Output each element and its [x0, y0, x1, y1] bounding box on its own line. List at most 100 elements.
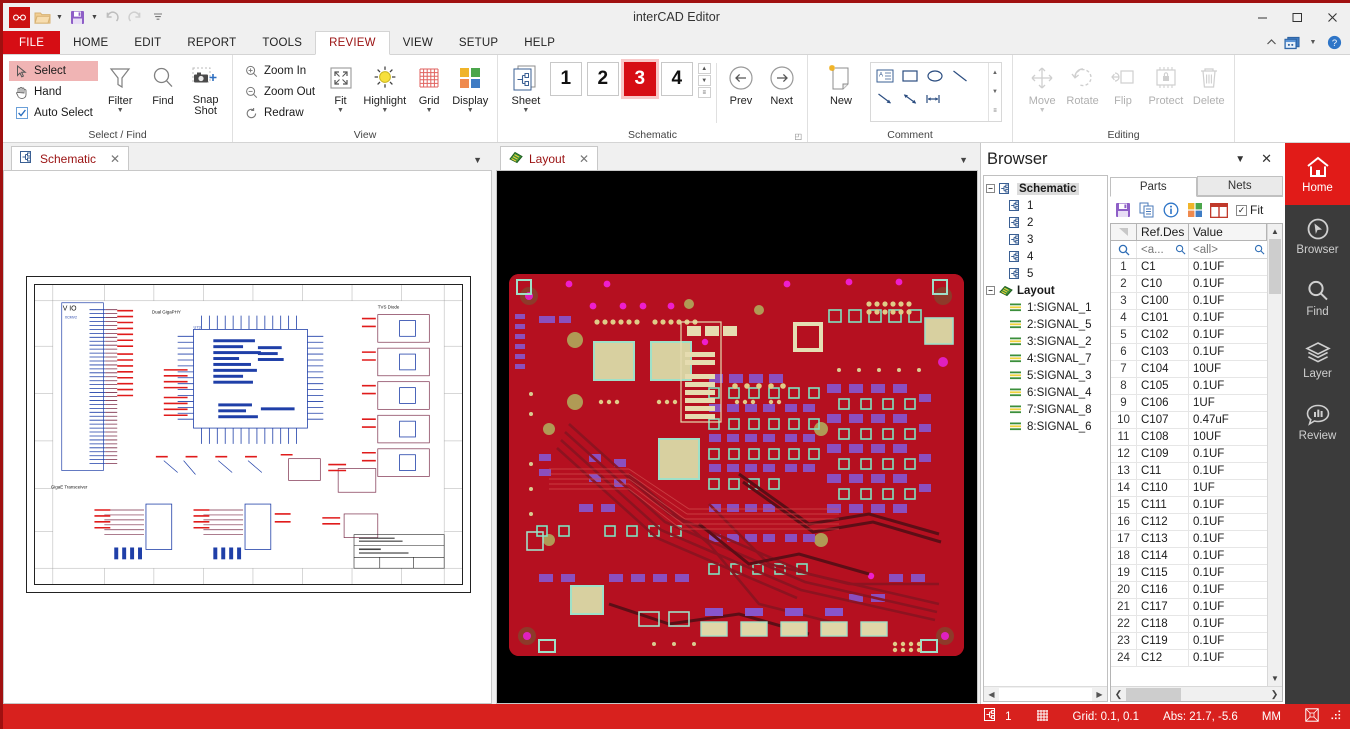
scroll-up-icon[interactable]: ▲ [1268, 224, 1282, 239]
ribbon-tab-setup[interactable]: SETUP [446, 31, 511, 54]
comment-gallery-more[interactable]: ≡ [989, 102, 1001, 121]
fit-button[interactable]: Fit ▼ [322, 59, 359, 114]
scroll-thumb[interactable] [1269, 239, 1281, 294]
highlight-caret[interactable]: ▼ [381, 107, 388, 114]
tree-node-signal-2[interactable]: 2:SIGNAL_5 [986, 316, 1107, 333]
tree-node-signal-7[interactable]: 7:SIGNAL_8 [986, 401, 1107, 418]
table-row[interactable]: 2 C10 0.1UF [1111, 276, 1267, 293]
maximize-button[interactable] [1280, 3, 1315, 31]
status-units[interactable]: MM [1250, 704, 1293, 729]
ribbon-tab-edit[interactable]: EDIT [121, 31, 174, 54]
auto-select-checkbox[interactable]: Auto Select [9, 103, 98, 123]
display-button[interactable]: Display ▼ [449, 59, 491, 114]
table-row[interactable]: 17 C113 0.1UF [1111, 531, 1267, 548]
sheet-spin-up[interactable]: ▲ [697, 63, 711, 74]
table-row[interactable]: 19 C115 0.1UF [1111, 565, 1267, 582]
sheet-number-4[interactable]: 4 [660, 62, 693, 96]
ribbon-tab-report[interactable]: REPORT [174, 31, 249, 54]
arrow-icon[interactable] [874, 89, 896, 109]
sheet-number-3[interactable]: 3 [620, 59, 659, 99]
filter-value[interactable]: <all> [1189, 241, 1267, 258]
fit-caret[interactable]: ▼ [337, 107, 344, 114]
table-row[interactable]: 1 C1 0.1UF [1111, 259, 1267, 276]
filter-button[interactable]: Filter ▼ [100, 59, 141, 114]
ribbon-tab-review[interactable]: REVIEW [315, 31, 390, 55]
table-row[interactable]: 21 C117 0.1UF [1111, 599, 1267, 616]
resize-grip-icon[interactable] [1331, 710, 1350, 724]
grid-button[interactable]: Grid ▼ [411, 59, 448, 114]
rectangle-icon[interactable] [899, 66, 921, 86]
delete-button[interactable]: Delete [1190, 59, 1228, 107]
ellipse-icon[interactable] [924, 66, 946, 86]
status-fit-screen[interactable] [1293, 704, 1331, 729]
app-logo[interactable] [8, 6, 30, 28]
pcb-board[interactable] [509, 274, 964, 656]
save-icon[interactable] [66, 6, 88, 28]
tree-node-sheet-5[interactable]: 5 [986, 265, 1107, 282]
sheet-spin-end[interactable]: ≡ [697, 87, 711, 98]
scroll-left-icon[interactable]: ◀ [985, 687, 998, 701]
browser-close-icon[interactable]: ✕ [1256, 151, 1277, 167]
table-row[interactable]: 12 C109 0.1UF [1111, 446, 1267, 463]
tree-node-sheet-2[interactable]: 2 [986, 214, 1107, 231]
open-icon[interactable] [31, 6, 53, 28]
tree-node-layout[interactable]: − Layout [986, 282, 1107, 299]
sheet-caret[interactable]: ▼ [522, 107, 529, 114]
comment-gallery-up[interactable]: ▲ [989, 63, 1001, 82]
protect-button[interactable]: Protect [1144, 59, 1187, 107]
snap-shot-button[interactable]: Snap Shot [185, 59, 226, 117]
window-mode-icon[interactable] [1284, 35, 1300, 51]
save-dropdown-caret[interactable]: ▼ [89, 6, 100, 28]
tree-node-sheet-3[interactable]: 3 [986, 231, 1107, 248]
scroll-track[interactable] [1268, 294, 1282, 671]
table-row[interactable]: 4 C101 0.1UF [1111, 310, 1267, 327]
close-icon[interactable]: ✕ [579, 152, 589, 166]
tree-node-sheet-4[interactable]: 4 [986, 248, 1107, 265]
schematic-canvas[interactable]: x V IO Dual GigaPHY TVS Diode GigaE Tran… [3, 170, 492, 704]
nav-item-review[interactable]: Review [1285, 391, 1350, 453]
customize-icon[interactable] [147, 6, 169, 28]
table-row[interactable]: 13 C11 0.1UF [1111, 463, 1267, 480]
redo-icon[interactable] [124, 6, 146, 28]
table-row[interactable]: 18 C114 0.1UF [1111, 548, 1267, 565]
tab-parts[interactable]: Parts [1110, 177, 1197, 197]
zoom-out-button[interactable]: Zoom Out [239, 82, 320, 102]
zoom-in-button[interactable]: Zoom In [239, 61, 320, 81]
ribbon-tab-help[interactable]: HELP [511, 31, 568, 54]
open-dropdown-caret[interactable]: ▼ [54, 6, 65, 28]
redraw-button[interactable]: Redraw [239, 103, 320, 123]
next-button[interactable]: Next [762, 59, 801, 107]
header-value[interactable]: Value [1189, 224, 1267, 240]
close-icon[interactable]: ✕ [110, 152, 120, 166]
tree-node-signal-4[interactable]: 4:SIGNAL_7 [986, 350, 1107, 367]
sheet-button[interactable]: Sheet ▼ [504, 59, 548, 114]
grid-caret[interactable]: ▼ [426, 107, 433, 114]
display-caret[interactable]: ▼ [467, 107, 474, 114]
hand-tool-button[interactable]: Hand [9, 82, 98, 102]
status-sheet[interactable]: 1 [972, 704, 1023, 729]
status-grid[interactable] [1024, 704, 1061, 729]
tree-node-sheet-1[interactable]: 1 [986, 197, 1107, 214]
schematic-tab-menu-caret[interactable]: ▼ [473, 155, 482, 165]
filter-search-icon[interactable] [1111, 241, 1137, 258]
table-row[interactable]: 22 C118 0.1UF [1111, 616, 1267, 633]
document-tab-layout[interactable]: Layout ✕ [500, 146, 599, 170]
window-mode-caret[interactable]: ▼ [1305, 35, 1321, 51]
table-row[interactable]: 10 C107 0.47uF [1111, 412, 1267, 429]
nav-item-home[interactable]: Home [1285, 143, 1350, 205]
fit-checkbox[interactable]: ✓ Fit [1236, 203, 1263, 217]
collapse-icon[interactable]: − [986, 184, 995, 193]
copy-icon[interactable] [1138, 201, 1156, 219]
tab-nets[interactable]: Nets [1196, 176, 1283, 196]
line-icon[interactable] [949, 66, 971, 86]
schematic-sheet[interactable]: x V IO Dual GigaPHY TVS Diode GigaE Tran… [26, 276, 471, 593]
filter-ref-des[interactable]: <a... [1137, 241, 1189, 258]
move-caret[interactable]: ▼ [1039, 107, 1046, 114]
help-icon[interactable]: ? [1326, 35, 1342, 51]
table-row[interactable]: 23 C119 0.1UF [1111, 633, 1267, 650]
schematic-dialog-launcher[interactable]: ◰ [794, 132, 802, 141]
tree-node-schematic[interactable]: − Schematic [986, 180, 1107, 197]
text-box-icon[interactable]: A [874, 66, 896, 86]
table-row[interactable]: 14 C110 1UF [1111, 480, 1267, 497]
scroll-track[interactable] [999, 687, 1092, 701]
